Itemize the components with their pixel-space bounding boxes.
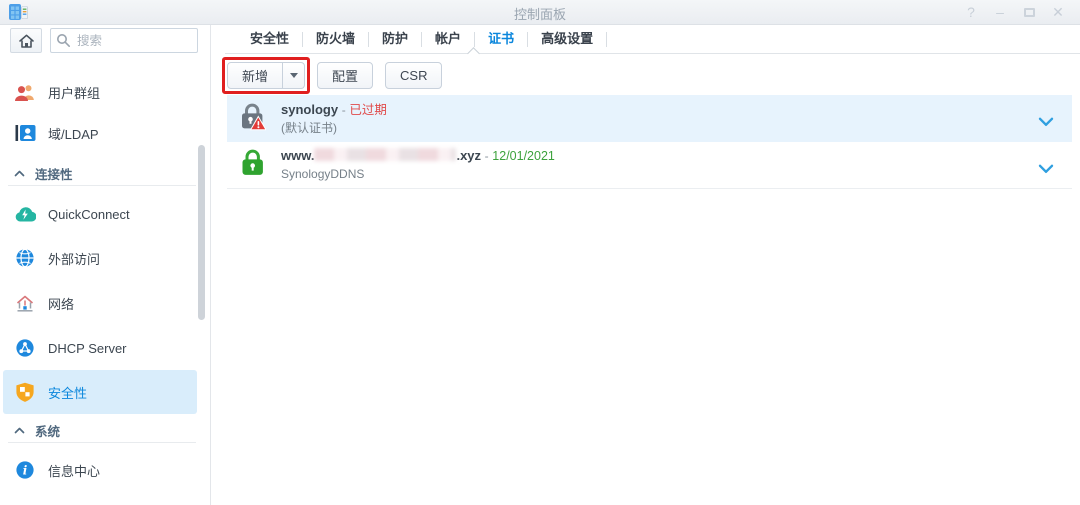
home-button[interactable] [10, 28, 42, 53]
expand-chevron-icon[interactable] [1038, 114, 1054, 132]
sidebar-item-network[interactable]: 网络 [14, 291, 74, 315]
tab-bar: 安全性 防火墙 防护 帐户 证书 高级设置 [237, 25, 608, 53]
tab-account[interactable]: 帐户 [422, 25, 474, 53]
certificate-name-prefix: www. [281, 148, 315, 163]
tab-protection[interactable]: 防护 [369, 25, 421, 53]
sidebar-item-info-center[interactable]: i 信息中心 [14, 458, 100, 482]
lock-warning-icon [239, 102, 267, 136]
sidebar-section-label: 系统 [35, 424, 61, 439]
certificate-expiry-date: 12/01/2021 [492, 149, 555, 163]
network-icon [14, 293, 36, 313]
sidebar-item-label: 安全性 [48, 385, 88, 401]
sidebar-divider [8, 442, 196, 443]
sidebar-section-system[interactable]: 系统 [14, 422, 61, 439]
external-access-icon [14, 248, 36, 268]
info-center-icon: i [14, 460, 36, 480]
sidebar-item-label: 信息中心 [48, 463, 101, 479]
toolbar: 新增 配置 CSR [222, 57, 443, 94]
expand-chevron-icon[interactable] [1038, 161, 1054, 179]
configure-button[interactable]: 配置 [317, 62, 374, 89]
certificate-status-expired: 已过期 [349, 102, 387, 117]
tab-firewall[interactable]: 防火墙 [303, 25, 368, 53]
content-area: 安全性 防火墙 防护 帐户 证书 高级设置 新增 配置 CSR synology… [211, 25, 1080, 505]
certificate-name-suffix: .xyz [456, 148, 482, 163]
separator-dash: - [484, 149, 489, 163]
sidebar-item-dhcp-server[interactable]: DHCP Server [14, 336, 127, 360]
lock-valid-icon [239, 148, 265, 182]
user-group-icon [14, 82, 36, 102]
tab-separator [606, 31, 608, 47]
sidebar: 用户群组 域/LDAP 连接性 [0, 25, 211, 505]
sidebar-divider [8, 185, 196, 186]
window-title: 控制面板 [513, 7, 566, 22]
sidebar-item-label: 域/LDAP [48, 126, 99, 142]
sidebar-item-label: 外部访问 [48, 251, 101, 267]
certificate-row-ddns[interactable]: www. .xyz - 12/01/2021 SynologyDDNS [227, 142, 1072, 189]
certificate-list: synology - 已过期 (默认证书) www. .xyz - 12/01/… [227, 95, 1072, 189]
dropdown-caret-icon [289, 73, 298, 78]
maximize-button[interactable] [1021, 3, 1037, 21]
add-dropdown-button[interactable] [283, 62, 306, 89]
sidebar-item-label: QuickConnect [48, 206, 130, 222]
sidebar-section-label: 连接性 [35, 167, 73, 182]
svg-text:i: i [23, 464, 28, 478]
help-button[interactable]: ? [963, 3, 979, 21]
certificate-note: SynologyDDNS [281, 167, 365, 181]
search-icon [56, 33, 71, 53]
sidebar-item-label: DHCP Server [48, 340, 127, 356]
certificate-row-synology[interactable]: synology - 已过期 (默认证书) [227, 95, 1072, 142]
search-input[interactable] [50, 28, 198, 53]
maximize-icon [1023, 8, 1035, 17]
sidebar-item-quickconnect[interactable]: QuickConnect [14, 202, 130, 226]
tab-advanced[interactable]: 高级设置 [528, 25, 606, 53]
certificate-note: (默认证书) [281, 120, 337, 135]
quickconnect-icon [14, 204, 36, 224]
domain-ldap-icon [14, 123, 36, 143]
minimize-button[interactable]: – [992, 3, 1008, 21]
tab-underline [225, 53, 1080, 54]
sidebar-item-domain-ldap[interactable]: 域/LDAP [14, 121, 99, 145]
sidebar-item-security[interactable]: 安全性 [14, 380, 87, 404]
window-titlebar: 控制面板 ? – ✕ [0, 0, 1080, 25]
chevron-up-icon [14, 427, 25, 433]
close-button[interactable]: ✕ [1050, 3, 1066, 21]
redacted-domain-blur [314, 148, 457, 161]
home-icon [18, 34, 34, 48]
add-split-button: 新增 [222, 57, 311, 94]
csr-button[interactable]: CSR [385, 62, 443, 89]
sidebar-item-label: 用户群组 [48, 85, 101, 101]
sidebar-nav: 用户群组 域/LDAP 连接性 QuickConnect 外部访问 网络 DHC… [0, 55, 210, 505]
sidebar-section-connectivity[interactable]: 连接性 [14, 165, 73, 182]
sidebar-item-external-access[interactable]: 外部访问 [14, 246, 100, 270]
separator-dash: - [341, 102, 346, 117]
certificate-name: synology [281, 101, 339, 117]
tab-certificate[interactable]: 证书 [475, 25, 527, 53]
sidebar-scrollbar-thumb[interactable] [198, 145, 205, 320]
sidebar-item-user-group[interactable]: 用户群组 [14, 80, 100, 104]
chevron-up-icon [14, 170, 25, 176]
tab-security[interactable]: 安全性 [237, 25, 302, 53]
add-button[interactable]: 新增 [227, 62, 284, 89]
sidebar-item-label: 网络 [48, 296, 75, 312]
security-icon [14, 382, 36, 402]
dhcp-server-icon [14, 338, 36, 358]
